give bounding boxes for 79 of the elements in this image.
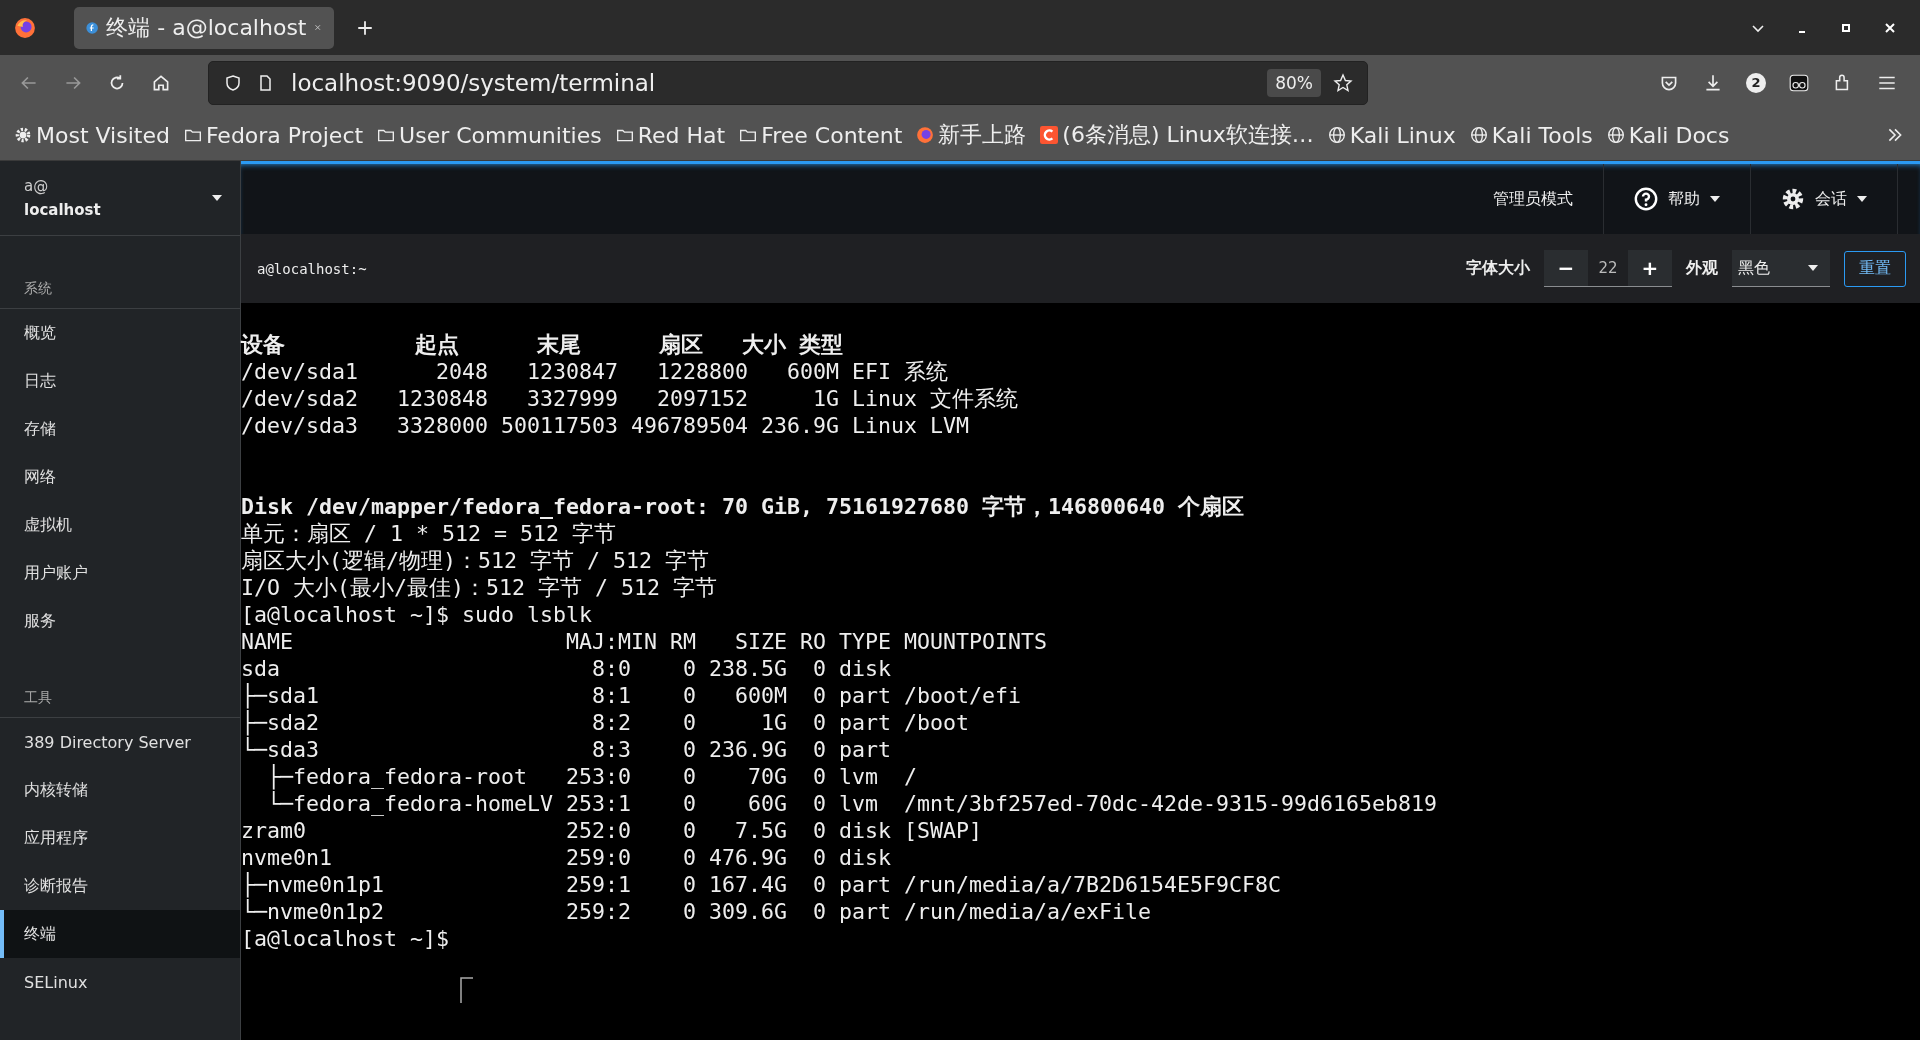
zoom-level[interactable]: 80%: [1267, 68, 1321, 97]
caret-icon: [1808, 265, 1818, 271]
terminal-line: /dev/sda2 1230848 3327999 2097152 1G Linux 文件系统: [241, 385, 1019, 412]
bookmark[interactable]: 新手上路: [916, 120, 1027, 150]
bookmark[interactable]: Fedora Project: [183, 122, 364, 148]
appearance-select[interactable]: 黑色: [1732, 250, 1830, 287]
nav-item[interactable]: 用户账户: [0, 549, 240, 597]
bookmark[interactable]: (6条消息) Linux软连接…: [1040, 120, 1314, 150]
chevron-right-icon[interactable]: [1886, 126, 1904, 144]
globe-icon: [1327, 126, 1346, 144]
globe-icon: [1469, 126, 1488, 144]
nav-item[interactable]: SELinux: [0, 958, 240, 1006]
bookmark[interactable]: Kali Tools: [1469, 122, 1593, 148]
font-size-value: 22: [1588, 250, 1628, 286]
terminal-line: 扇区大小(逻辑/物理)：512 字节 / 512 字节: [241, 547, 709, 574]
terminal-line: └─sda3 8:3 0 236.9G 0 part: [241, 736, 892, 763]
bookmark[interactable]: Red Hat: [615, 122, 726, 148]
nav-item[interactable]: 终端: [0, 910, 240, 958]
star-icon[interactable]: [1333, 72, 1353, 93]
terminal-line: zram0 252:0 0 7.5G 0 disk [SWAP]: [241, 817, 983, 844]
gear-icon: [14, 126, 32, 144]
terminal-line: 设备 起点 末尾 扇区 大小 类型: [241, 331, 843, 358]
terminal-line: ├─sda1 8:1 0 600M 0 part /boot/efi: [241, 682, 1022, 709]
caret-icon: [1710, 196, 1720, 202]
host-user: a@: [24, 177, 50, 195]
nav-item[interactable]: 日志: [0, 357, 240, 405]
terminal-line: Disk /dev/mapper/fedora_fedora-root: 70 GiB, 75161927680 字节，146800640 个扇区: [241, 493, 1245, 520]
nav-item[interactable]: 网络: [0, 453, 240, 501]
gear-icon: [1781, 187, 1805, 211]
nav-item[interactable]: 389 Directory Server: [0, 718, 240, 766]
reset-button[interactable]: 重置: [1844, 250, 1906, 287]
bookmark[interactable]: User Communities: [377, 122, 602, 148]
caret-icon: [1857, 196, 1867, 202]
host-name: localhost: [24, 201, 101, 219]
notification-badge[interactable]: 2: [1746, 72, 1766, 93]
nav-item[interactable]: 服务: [0, 597, 240, 645]
nav-section-title: 工具: [0, 645, 240, 718]
terminal-line: /dev/sda3 3328000 500117503 496789504 236.9G Linux LVM: [241, 412, 970, 439]
terminal-line: ├─nvme0n1p1 259:1 0 167.4G 0 part /run/media/a/7B2D6154E5F9CF8C: [241, 871, 1282, 898]
nav-item[interactable]: 虚拟机: [0, 501, 240, 549]
terminal-line: [a@localhost ~]$: [241, 925, 449, 952]
firefox-icon[interactable]: [14, 16, 36, 39]
browser-tab[interactable]: 终端 - a@localhost: [74, 6, 334, 49]
nav-item[interactable]: 存储: [0, 405, 240, 453]
terminal-line: sda 8:0 0 238.5G 0 disk: [241, 655, 892, 682]
terminal-line: NAME MAJ:MIN RM SIZE RO TYPE MOUNTPOINTS: [241, 628, 1048, 655]
nav-item[interactable]: 概览: [0, 309, 240, 357]
tab-title: 终端 - a@localhost: [106, 13, 307, 42]
nav-item[interactable]: 内核转储: [0, 766, 240, 814]
shield-icon[interactable]: [223, 72, 243, 93]
caret-icon: [212, 195, 222, 201]
appearance-label: 外观: [1686, 258, 1718, 279]
bookmark[interactable]: Kali Linux: [1327, 122, 1456, 148]
new-tab-icon[interactable]: [356, 18, 374, 37]
nav-item[interactable]: 诊断报告: [0, 862, 240, 910]
terminal-line: [a@localhost ~]$ sudo lsblk: [241, 601, 592, 628]
terminal-line: └─fedora_fedora-homeLV 253:1 0 60G 0 lvm /mnt/3bf257ed-70dc-42de-9315-99d6165eb819: [266, 790, 1438, 817]
cursor-icon: [460, 977, 474, 1003]
nav-section-title: 系统: [0, 236, 240, 309]
nav-item[interactable]: 应用程序: [0, 814, 240, 862]
firefox-icon: [916, 126, 935, 144]
terminal-line: nvme0n1 259:0 0 476.9G 0 disk: [241, 844, 892, 871]
bookmark[interactable]: Kali Docs: [1606, 122, 1730, 148]
csdn-icon: [1040, 126, 1059, 144]
terminal-line: 单元：扇区 / 1 * 512 = 512 字节: [241, 520, 616, 547]
terminal-line: /dev/sda1 2048 1230847 1228800 600M EFI 系统: [241, 358, 949, 385]
terminal-line: ├─sda2 8:2 0 1G 0 part /boot: [241, 709, 970, 736]
bookmark[interactable]: Most Visited: [14, 122, 170, 148]
globe-icon: [1606, 126, 1625, 144]
terminal-line: I/O 大小(最小/最佳)：512 字节 / 512 字节: [241, 574, 717, 601]
terminal-line: └─nvme0n1p2 259:2 0 309.6G 0 part /run/media/a/exFile: [241, 898, 1152, 925]
address-bar[interactable]: localhost:9090/system/terminal 80%: [208, 60, 1368, 105]
terminal-line: ├─fedora_fedora-root 253:0 0 70G 0 lvm /: [266, 763, 918, 790]
admin-mode-button[interactable]: 管理员模式: [1463, 164, 1603, 234]
url-text: localhost:9090/system/terminal: [291, 69, 657, 96]
help-icon: [1634, 187, 1658, 211]
bookmark[interactable]: Free Content: [739, 122, 903, 148]
font-size-label: 字体大小: [1466, 258, 1530, 279]
terminal-title: a@localhost:~: [257, 260, 367, 277]
